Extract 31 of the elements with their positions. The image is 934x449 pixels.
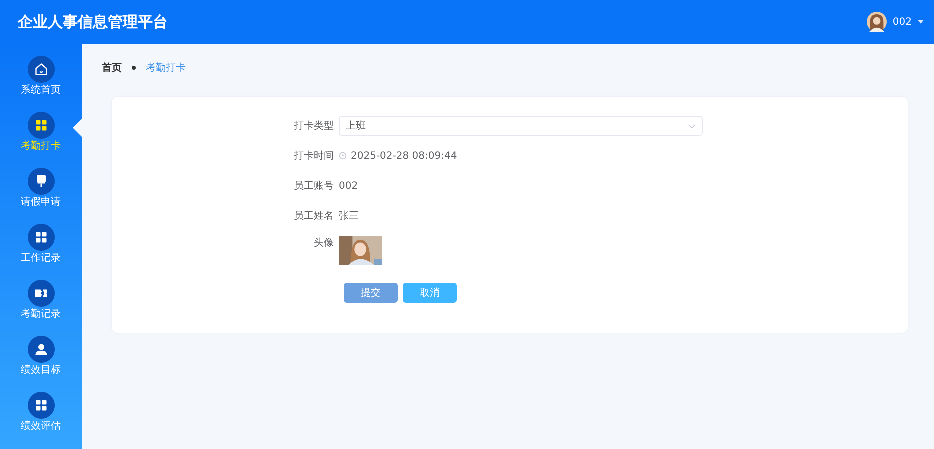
sidebar-item[interactable]: 考勤记录	[0, 280, 82, 336]
grid-icon	[34, 118, 48, 133]
sidebar-item[interactable]: 考勤打卡	[0, 112, 82, 168]
sidebar-item[interactable]: 工作记录	[0, 224, 82, 280]
field-value: 张三	[339, 210, 359, 223]
field-value: 002	[339, 180, 358, 192]
grid-icon	[34, 230, 48, 245]
sidebar-item[interactable]: 系统首页	[0, 56, 82, 112]
clock-icon	[339, 152, 347, 160]
submit-button[interactable]: 提交	[344, 283, 398, 303]
breadcrumb-link[interactable]: 考勤打卡	[146, 61, 186, 75]
field-label: 打卡类型	[293, 120, 335, 133]
sidebar-item[interactable]: 请假申请	[0, 168, 82, 224]
home-icon	[34, 62, 48, 77]
breadcrumb-link[interactable]: 首页	[102, 61, 122, 75]
caret-icon[interactable]	[918, 20, 924, 24]
cancel-button[interactable]: 取消	[403, 283, 457, 303]
sidebar-item[interactable]: 绩效评估	[0, 392, 82, 448]
grid-icon	[34, 398, 48, 413]
selection-notch	[73, 119, 82, 137]
type-select[interactable]: 上班	[339, 116, 703, 136]
field-label: 头像	[313, 236, 335, 250]
field-label: 打卡时间	[293, 150, 335, 163]
field-label: 员工姓名	[293, 210, 335, 223]
user-name[interactable]: 002	[892, 16, 912, 28]
app-title: 企业人事信息管理平台	[18, 12, 168, 32]
user-icon	[34, 342, 48, 357]
sidebar-item[interactable]: 绩效目标	[0, 336, 82, 392]
field-value: 2025-02-28 08:09:44	[351, 150, 458, 162]
chevron-icon	[688, 124, 696, 128]
field-label: 员工账号	[293, 180, 335, 193]
